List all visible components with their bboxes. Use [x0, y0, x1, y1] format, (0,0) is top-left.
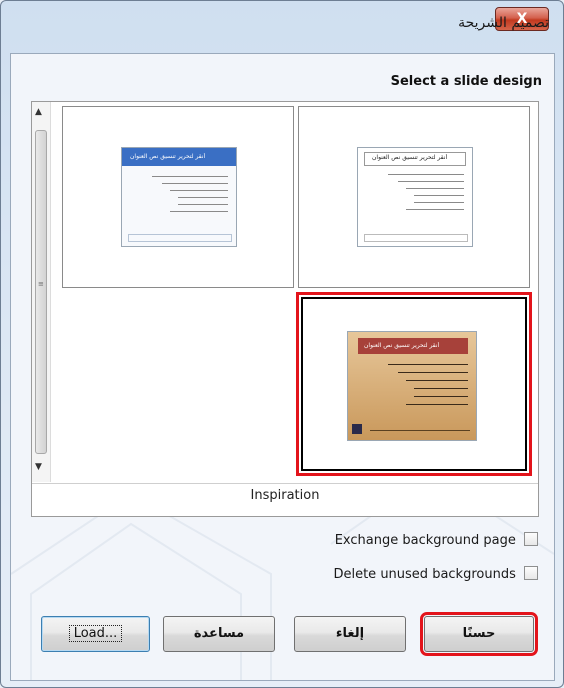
slide-preview: أنقر لتحرير تنسيق نص العنوان [347, 331, 477, 441]
grip-icon: ≡ [38, 280, 44, 288]
slide-title-text: أنقر لتحرير تنسيق نص العنوان [130, 153, 206, 160]
title-bar[interactable]: X تصميم الشريحة [1, 1, 563, 53]
delete-unused-checkbox[interactable] [524, 566, 538, 580]
exchange-background-option[interactable]: Exchange background page [335, 532, 538, 548]
load-button-label: Load... [68, 625, 123, 642]
design-item-blue[interactable]: أنقر لتحرير تنسيق نص العنوان [62, 106, 294, 288]
select-design-heading: Select a slide design [390, 74, 542, 89]
vertical-scrollbar[interactable]: ▲ ≡ ▼ [32, 102, 51, 482]
slide-title-text: أنقر لتحرير تنسيق نص العنوان [364, 342, 440, 349]
scroll-up-icon[interactable]: ▲ [35, 107, 42, 117]
slide-preview: أنقر لتحرير تنسيق نص العنوان [357, 147, 473, 247]
load-button[interactable]: Load... [41, 616, 150, 652]
ok-button[interactable]: حسنًا [420, 612, 538, 656]
slide-preview: أنقر لتحرير تنسيق نص العنوان [121, 147, 237, 247]
delete-unused-option[interactable]: Delete unused backgrounds [333, 566, 538, 582]
slide-title-text: أنقر لتحرير تنسيق نص العنوان [372, 154, 448, 161]
exchange-background-checkbox[interactable] [524, 532, 538, 546]
selected-design-name: Inspiration [250, 488, 320, 503]
delete-unused-label: Delete unused backgrounds [333, 567, 516, 582]
help-button[interactable]: مساعدة [163, 616, 275, 652]
list-divider [32, 483, 538, 484]
design-item-default[interactable]: أنقر لتحرير تنسيق نص العنوان [298, 106, 530, 288]
design-list[interactable]: ▲ ≡ ▼ أنقر لتحرير تنسيق نص العنوان أنقر … [31, 101, 539, 517]
cancel-button[interactable]: إلغاء [294, 616, 406, 652]
window-title: تصميم الشريحة [458, 15, 549, 31]
exchange-background-label: Exchange background page [334, 533, 516, 548]
scroll-down-icon[interactable]: ▼ [35, 462, 42, 472]
design-item-inspiration[interactable]: أنقر لتحرير تنسيق نص العنوان [296, 292, 532, 476]
scroll-thumb[interactable]: ≡ [35, 130, 47, 454]
dialog-body: Select a slide design ▲ ≡ ▼ أنقر لتحرير … [10, 53, 555, 681]
slide-design-dialog: X تصميم الشريحة Select a slide design ▲ … [0, 0, 564, 688]
